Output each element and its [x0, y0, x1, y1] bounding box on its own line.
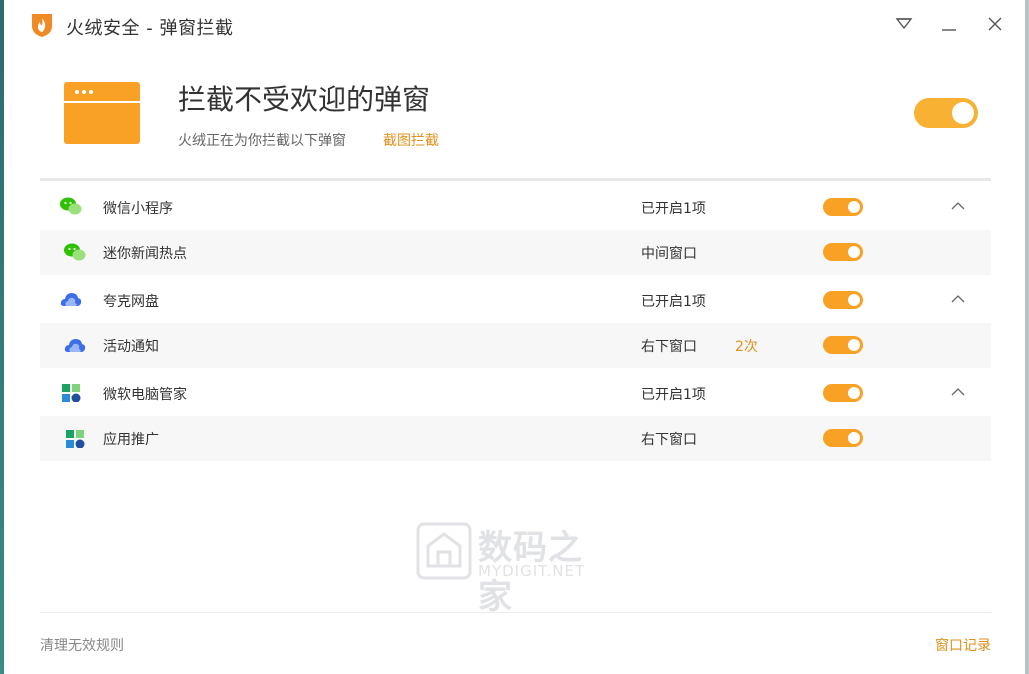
rule-name: 微软电脑管家 — [103, 387, 187, 403]
rule-group-row: 微信小程序 已开启1项 — [40, 182, 991, 230]
close-icon[interactable] — [983, 12, 1007, 36]
rule-status: 右下窗口 — [641, 432, 697, 448]
divider — [40, 612, 991, 613]
chevron-up-icon[interactable] — [948, 198, 968, 214]
huorong-logo-icon — [32, 14, 52, 37]
page-title: 拦截不受欢迎的弹窗 — [178, 83, 431, 116]
chevron-up-icon[interactable] — [948, 384, 968, 400]
toggle-knob — [848, 294, 860, 306]
toggle-knob — [848, 246, 860, 258]
rule-status: 已开启1项 — [641, 294, 706, 310]
ms-pc-manager-icon — [66, 430, 85, 448]
ms-pc-manager-icon — [62, 384, 81, 402]
rule-toggle[interactable] — [823, 291, 863, 309]
rule-name: 应用推广 — [103, 432, 159, 448]
watermark-url: MYDIGIT.NET — [478, 562, 586, 580]
toggle-knob — [848, 339, 860, 351]
screenshot-block-link[interactable]: 截图拦截 — [383, 130, 439, 150]
watermark-logo-icon — [416, 522, 472, 580]
wechat-icon — [64, 243, 86, 261]
rule-item-row: 应用推广 右下窗口 — [40, 416, 991, 461]
block-count: 2次 — [735, 339, 758, 355]
menu-icon[interactable] — [892, 12, 916, 36]
rule-toggle[interactable] — [823, 198, 863, 216]
toggle-knob — [848, 432, 860, 444]
rule-item-row: 迷你新闻热点 中间窗口 — [40, 230, 991, 275]
rule-item-row: 活动通知 右下窗口 2次 — [40, 323, 991, 368]
desktop-edge-left — [0, 0, 4, 674]
wechat-icon — [60, 197, 82, 215]
chevron-up-icon[interactable] — [948, 291, 968, 307]
rule-status: 右下窗口 — [641, 339, 697, 355]
rule-group-row: 夸克网盘 已开启1项 — [40, 275, 991, 323]
minimize-icon[interactable] — [937, 12, 961, 36]
rule-name: 微信小程序 — [103, 201, 173, 217]
toggle-knob — [848, 387, 860, 399]
rule-toggle[interactable] — [823, 429, 863, 447]
watermark: 数码之家 MYDIGIT.NET — [416, 522, 612, 617]
desktop-edge-right — [1025, 0, 1029, 674]
toggle-knob — [848, 201, 860, 213]
title-bar: 火绒安全 - 弹窗拦截 — [4, 0, 1025, 52]
divider — [40, 178, 991, 181]
toggle-knob — [952, 102, 974, 124]
quark-cloud-icon — [60, 293, 82, 306]
rule-status: 中间窗口 — [641, 246, 697, 262]
rule-status: 已开启1项 — [641, 201, 706, 217]
rule-toggle[interactable] — [823, 336, 863, 354]
quark-cloud-icon — [64, 339, 86, 352]
window-log-link[interactable]: 窗口记录 — [935, 635, 991, 655]
rule-group-row: 微软电脑管家 已开启1项 — [40, 368, 991, 416]
rule-name: 迷你新闻热点 — [103, 246, 187, 262]
rule-name: 夸克网盘 — [103, 294, 159, 310]
rule-list: 微信小程序 已开启1项 迷你新闻热点 中间窗口 夸克网盘 已开启1项 活动通知 … — [40, 182, 991, 461]
rule-toggle[interactable] — [823, 384, 863, 402]
master-toggle[interactable] — [914, 98, 978, 128]
clear-invalid-rules-link[interactable]: 清理无效规则 — [40, 635, 124, 655]
window-title: 火绒安全 - 弹窗拦截 — [66, 18, 234, 39]
rule-name: 活动通知 — [103, 339, 159, 355]
rule-toggle[interactable] — [823, 243, 863, 261]
page-subtitle: 火绒正在为你拦截以下弹窗 — [178, 133, 346, 149]
rule-status: 已开启1项 — [641, 387, 706, 403]
popup-window-icon — [64, 82, 140, 144]
